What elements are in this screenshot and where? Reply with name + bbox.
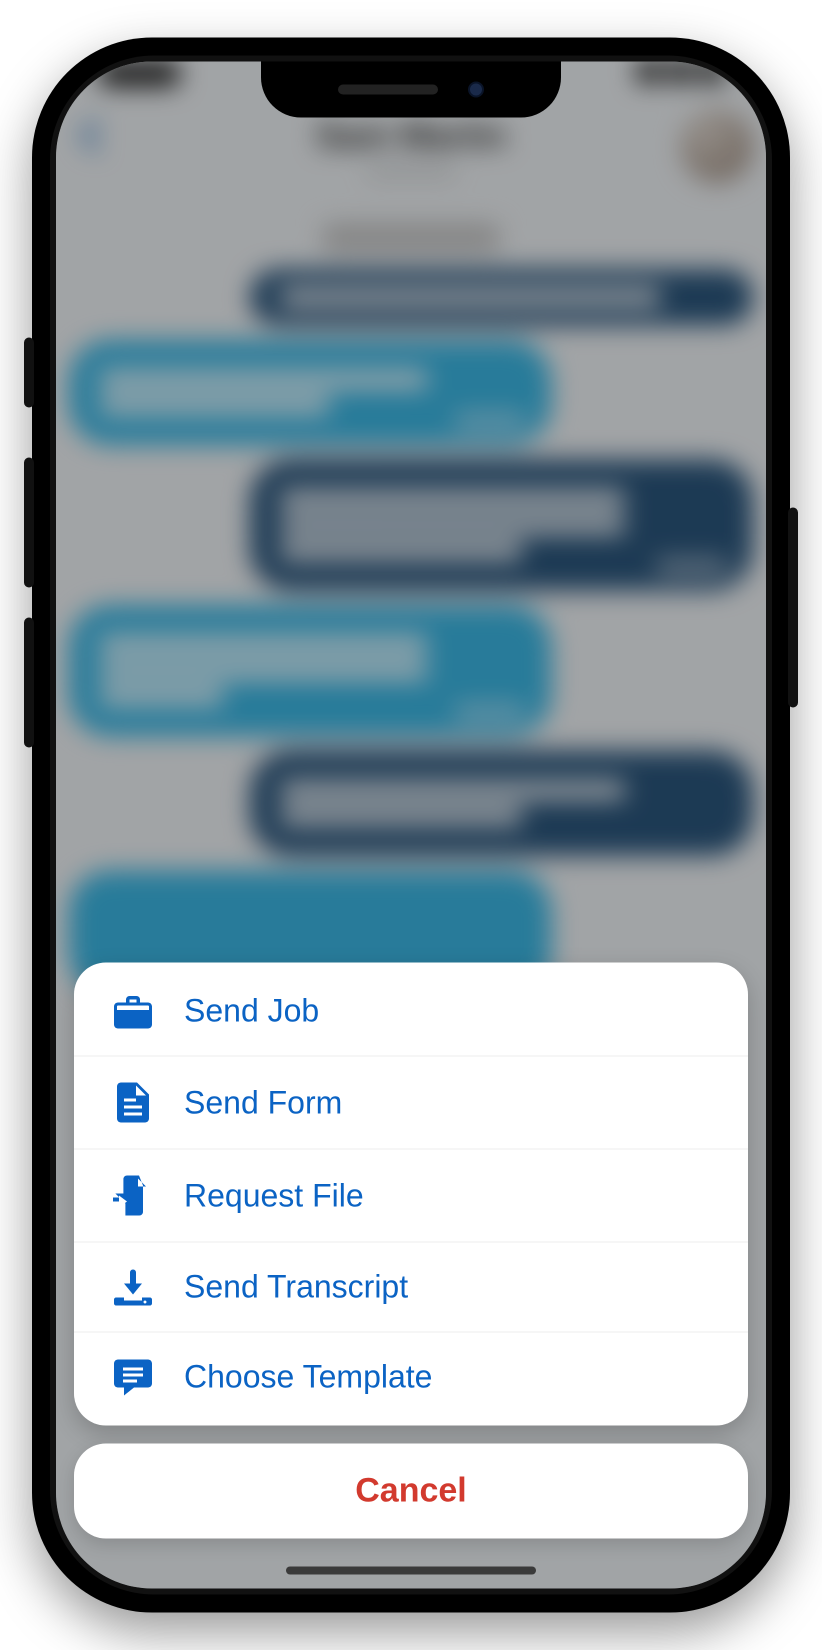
send-transcript-button[interactable]: Send Transcript: [74, 1243, 748, 1333]
download-icon: [110, 1269, 156, 1305]
choose-template-button[interactable]: Choose Template: [74, 1333, 748, 1422]
action-item-label: Send Job: [184, 993, 319, 1030]
phone-mute-switch: [24, 338, 34, 408]
cancel-button[interactable]: Cancel: [74, 1444, 748, 1539]
file-import-icon: [110, 1176, 156, 1216]
phone-frame: Sam Martin •••••••••••: [32, 38, 790, 1613]
action-item-label: Send Form: [184, 1084, 342, 1121]
home-indicator[interactable]: [286, 1567, 536, 1575]
send-form-button[interactable]: Send Form: [74, 1057, 748, 1150]
phone-volume-up: [24, 458, 34, 588]
chat-template-icon: [110, 1359, 156, 1395]
cancel-label: Cancel: [355, 1472, 467, 1510]
briefcase-icon: [110, 994, 156, 1028]
action-sheet-menu: Send Job Send Form Reque: [74, 963, 748, 1426]
phone-volume-down: [24, 618, 34, 748]
phone-notch: [261, 62, 561, 118]
phone-speaker: [338, 85, 438, 95]
action-item-label: Choose Template: [184, 1359, 432, 1396]
phone-front-camera: [468, 82, 484, 98]
action-item-label: Send Transcript: [184, 1269, 408, 1306]
document-icon: [110, 1083, 156, 1123]
action-sheet: Send Job Send Form Reque: [56, 963, 766, 1589]
phone-power-button: [788, 508, 798, 708]
action-item-label: Request File: [184, 1177, 364, 1214]
screen: Sam Martin •••••••••••: [56, 62, 766, 1589]
send-job-button[interactable]: Send Job: [74, 967, 748, 1057]
request-file-button[interactable]: Request File: [74, 1150, 748, 1243]
